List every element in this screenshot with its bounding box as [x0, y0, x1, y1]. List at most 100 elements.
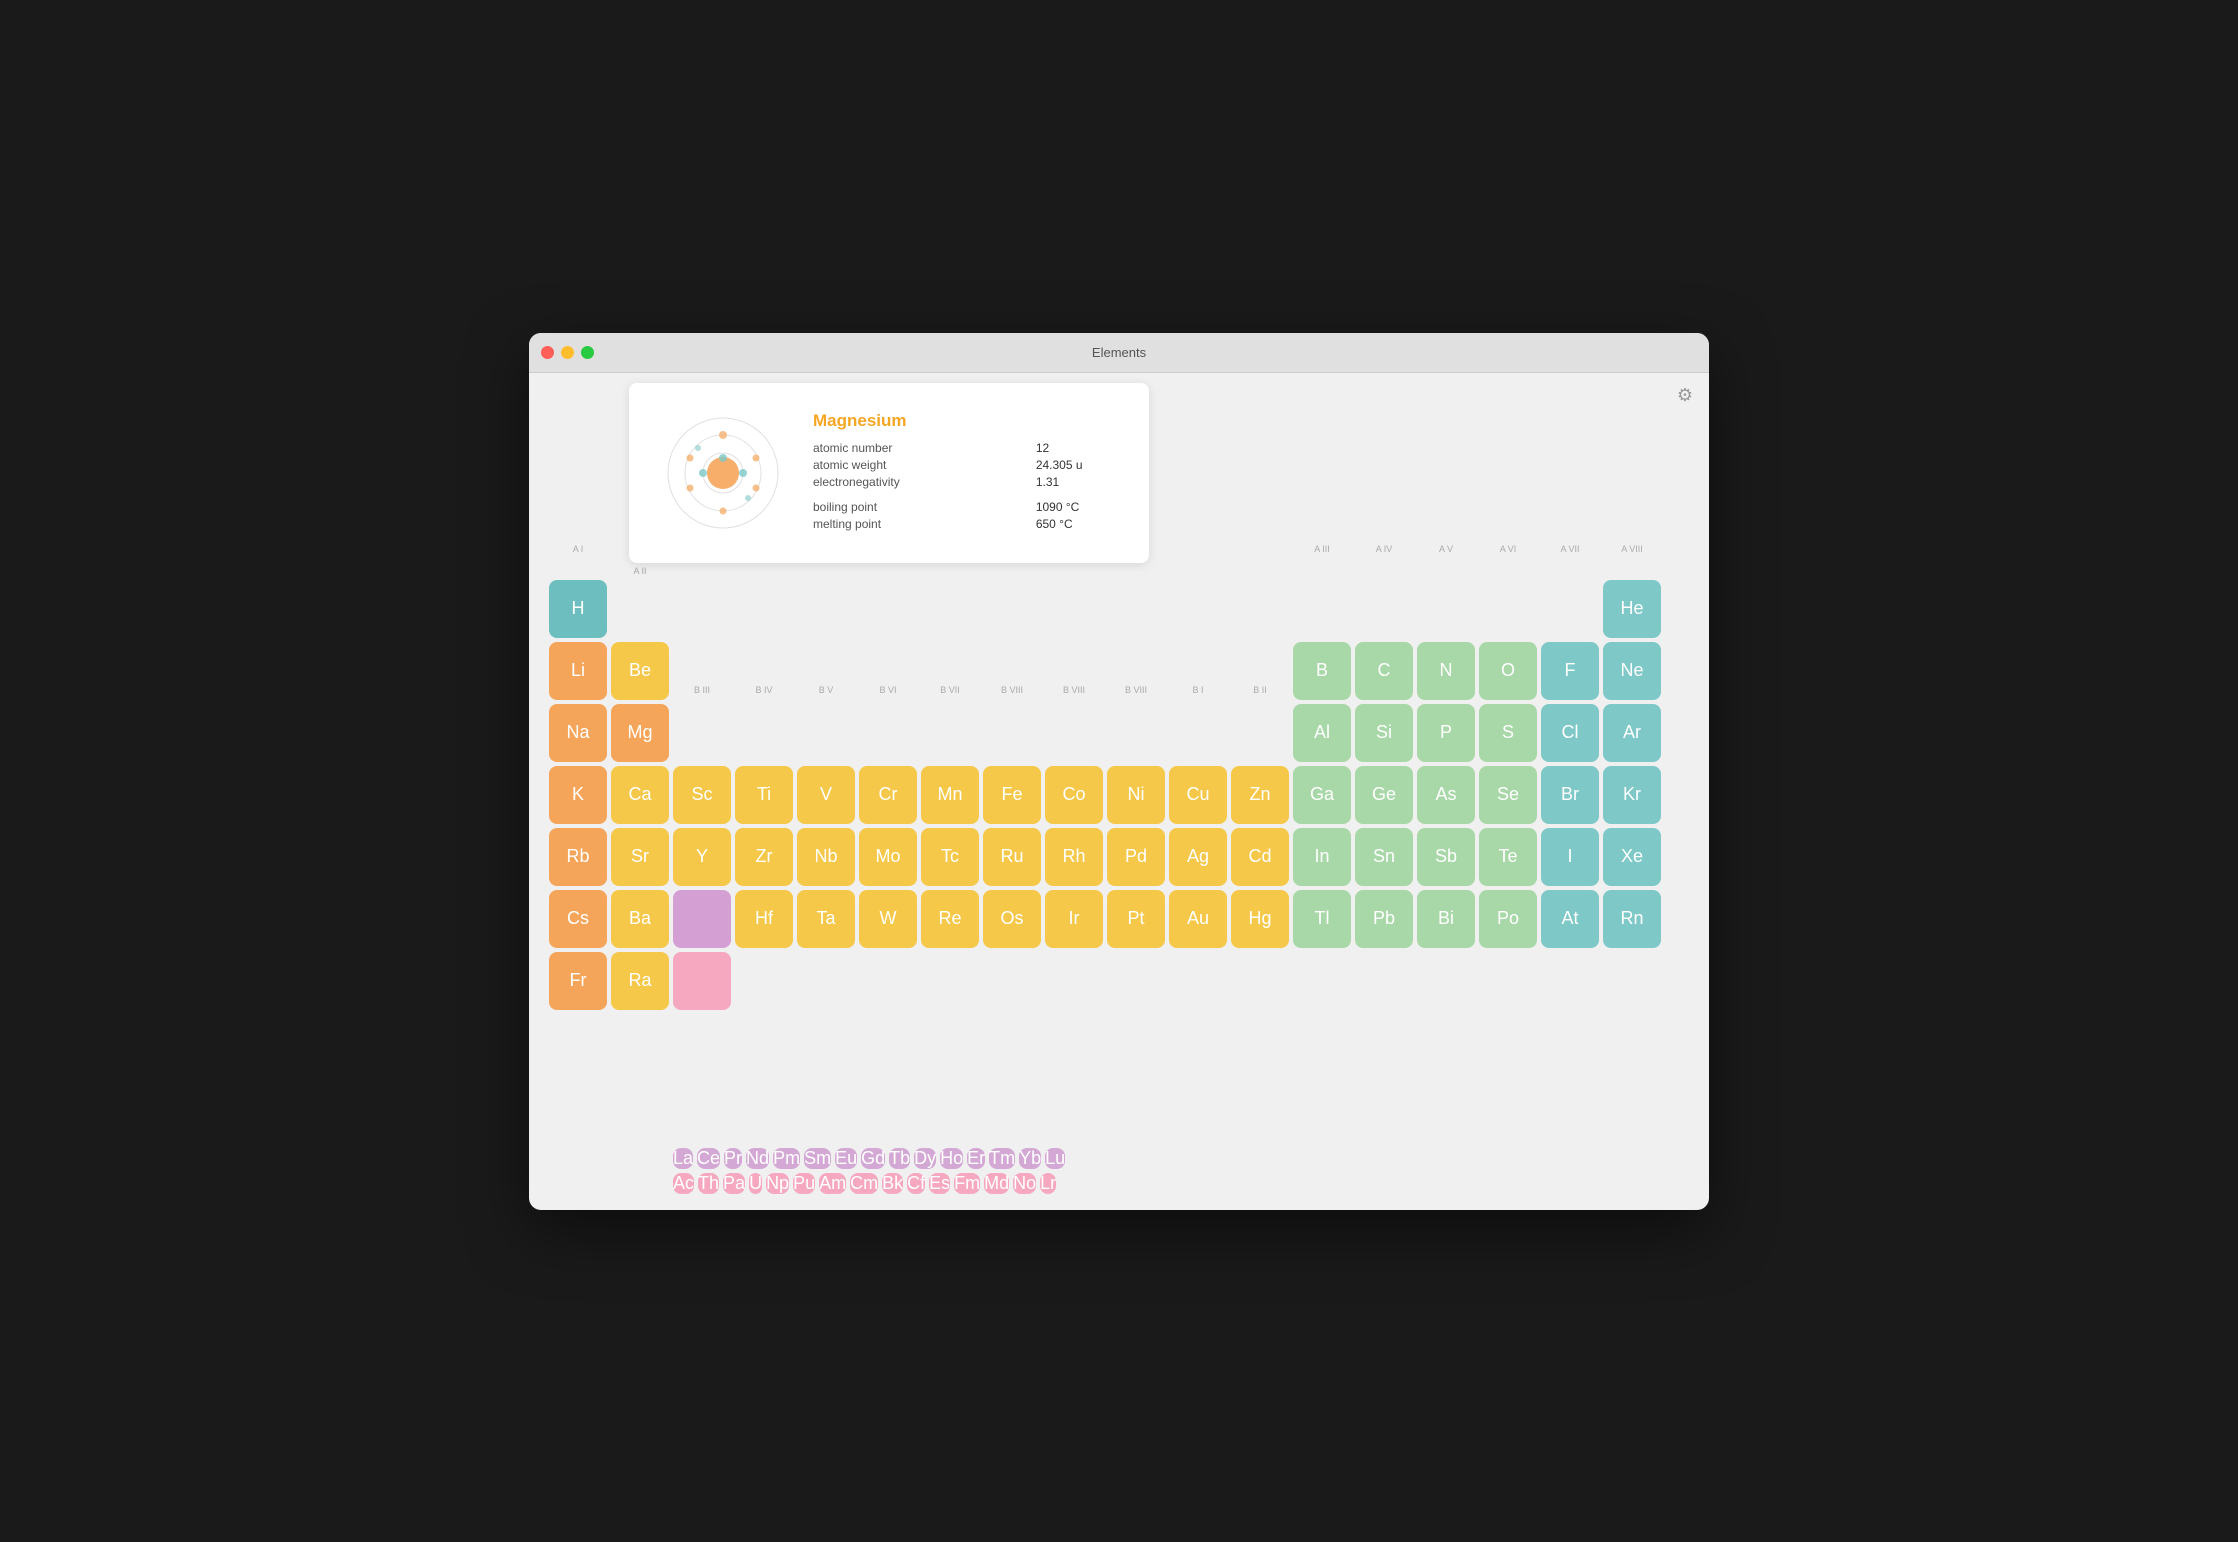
element-Zn[interactable]: Zn — [1231, 766, 1289, 824]
element-Ru[interactable]: Ru — [983, 828, 1041, 886]
element-Ga[interactable]: Ga — [1293, 766, 1351, 824]
element-Ac-placeholder[interactable] — [673, 952, 731, 1010]
element-Ge[interactable]: Ge — [1355, 766, 1413, 824]
element-Co[interactable]: Co — [1045, 766, 1103, 824]
element-Cd[interactable]: Cd — [1231, 828, 1289, 886]
element-Au[interactable]: Au — [1169, 890, 1227, 948]
element-Cf[interactable]: Cf — [907, 1173, 925, 1194]
element-Cm[interactable]: Cm — [850, 1173, 878, 1194]
element-Cu[interactable]: Cu — [1169, 766, 1227, 824]
element-Po[interactable]: Po — [1479, 890, 1537, 948]
element-Cr[interactable]: Cr — [859, 766, 917, 824]
element-Fe[interactable]: Fe — [983, 766, 1041, 824]
element-Kr[interactable]: Kr — [1603, 766, 1661, 824]
element-Os[interactable]: Os — [983, 890, 1041, 948]
element-F[interactable]: F — [1541, 642, 1599, 700]
element-Lr[interactable]: Lr — [1040, 1173, 1056, 1194]
element-Pr[interactable]: Pr — [724, 1148, 742, 1169]
element-At[interactable]: At — [1541, 890, 1599, 948]
element-He[interactable]: He — [1603, 580, 1661, 638]
element-Yb[interactable]: Yb — [1019, 1148, 1041, 1169]
element-Sb[interactable]: Sb — [1417, 828, 1475, 886]
element-S[interactable]: S — [1479, 704, 1537, 762]
element-Nd[interactable]: Nd — [746, 1148, 769, 1169]
element-Fm[interactable]: Fm — [954, 1173, 980, 1194]
element-Lu[interactable]: Lu — [1045, 1148, 1065, 1169]
element-O[interactable]: O — [1479, 642, 1537, 700]
element-Mo[interactable]: Mo — [859, 828, 917, 886]
element-Tl[interactable]: Tl — [1293, 890, 1351, 948]
element-I[interactable]: I — [1541, 828, 1599, 886]
element-Mn[interactable]: Mn — [921, 766, 979, 824]
element-Er[interactable]: Er — [967, 1148, 985, 1169]
element-Ag[interactable]: Ag — [1169, 828, 1227, 886]
element-Pd[interactable]: Pd — [1107, 828, 1165, 886]
element-Rn[interactable]: Rn — [1603, 890, 1661, 948]
element-Rb[interactable]: Rb — [549, 828, 607, 886]
element-Na[interactable]: Na — [549, 704, 607, 762]
element-Ta[interactable]: Ta — [797, 890, 855, 948]
element-Rh[interactable]: Rh — [1045, 828, 1103, 886]
element-Eu[interactable]: Eu — [835, 1148, 857, 1169]
element-Ra[interactable]: Ra — [611, 952, 669, 1010]
element-Sc[interactable]: Sc — [673, 766, 731, 824]
element-Pm[interactable]: Pm — [773, 1148, 800, 1169]
element-Pb[interactable]: Pb — [1355, 890, 1413, 948]
element-Mg[interactable]: Mg — [611, 704, 669, 762]
element-W[interactable]: W — [859, 890, 917, 948]
element-C[interactable]: C — [1355, 642, 1413, 700]
maximize-button[interactable] — [581, 346, 594, 359]
element-Ir[interactable]: Ir — [1045, 890, 1103, 948]
element-Ce[interactable]: Ce — [697, 1148, 720, 1169]
element-P[interactable]: P — [1417, 704, 1475, 762]
element-H[interactable]: H — [549, 580, 607, 638]
element-Nb[interactable]: Nb — [797, 828, 855, 886]
settings-button[interactable]: ⚙ — [1677, 385, 1693, 406]
element-Pt[interactable]: Pt — [1107, 890, 1165, 948]
element-Tm[interactable]: Tm — [989, 1148, 1015, 1169]
element-Dy[interactable]: Dy — [914, 1148, 936, 1169]
element-Ac[interactable]: Ac — [673, 1173, 694, 1194]
element-Gd[interactable]: Gd — [861, 1148, 885, 1169]
element-Br[interactable]: Br — [1541, 766, 1599, 824]
element-Ba[interactable]: Ba — [611, 890, 669, 948]
element-Si[interactable]: Si — [1355, 704, 1413, 762]
element-Fr[interactable]: Fr — [549, 952, 607, 1010]
element-Ni[interactable]: Ni — [1107, 766, 1165, 824]
element-Hf[interactable]: Hf — [735, 890, 793, 948]
element-Np[interactable]: Np — [766, 1173, 789, 1194]
element-K[interactable]: K — [549, 766, 607, 824]
element-Md[interactable]: Md — [984, 1173, 1009, 1194]
element-Xe[interactable]: Xe — [1603, 828, 1661, 886]
element-N[interactable]: N — [1417, 642, 1475, 700]
element-Be[interactable]: Be — [611, 642, 669, 700]
element-Zr[interactable]: Zr — [735, 828, 793, 886]
element-Cs[interactable]: Cs — [549, 890, 607, 948]
element-Li[interactable]: Li — [549, 642, 607, 700]
element-Re[interactable]: Re — [921, 890, 979, 948]
element-La[interactable]: La — [673, 1148, 693, 1169]
element-La-placeholder[interactable] — [673, 890, 731, 948]
element-In[interactable]: In — [1293, 828, 1351, 886]
element-Sm[interactable]: Sm — [804, 1148, 831, 1169]
element-No[interactable]: No — [1013, 1173, 1036, 1194]
element-Pa[interactable]: Pa — [723, 1173, 745, 1194]
element-Sn[interactable]: Sn — [1355, 828, 1413, 886]
element-U[interactable]: U — [749, 1173, 762, 1194]
element-Se[interactable]: Se — [1479, 766, 1537, 824]
element-Tc[interactable]: Tc — [921, 828, 979, 886]
element-Am[interactable]: Am — [819, 1173, 846, 1194]
element-Ne[interactable]: Ne — [1603, 642, 1661, 700]
element-Ho[interactable]: Ho — [940, 1148, 963, 1169]
element-Tb[interactable]: Tb — [889, 1148, 910, 1169]
element-As[interactable]: As — [1417, 766, 1475, 824]
element-Cl[interactable]: Cl — [1541, 704, 1599, 762]
element-Al[interactable]: Al — [1293, 704, 1351, 762]
element-Ti[interactable]: Ti — [735, 766, 793, 824]
element-V[interactable]: V — [797, 766, 855, 824]
minimize-button[interactable] — [561, 346, 574, 359]
element-Ca[interactable]: Ca — [611, 766, 669, 824]
close-button[interactable] — [541, 346, 554, 359]
element-Ar[interactable]: Ar — [1603, 704, 1661, 762]
element-Hg[interactable]: Hg — [1231, 890, 1289, 948]
